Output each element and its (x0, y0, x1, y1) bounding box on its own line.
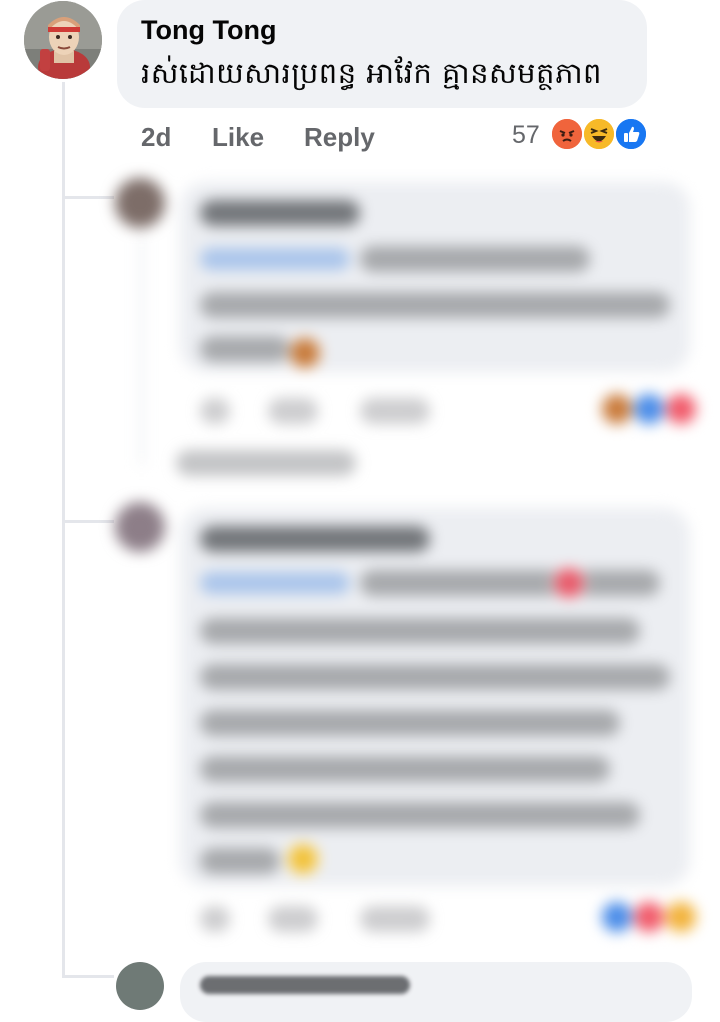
haha-reaction-icon (582, 117, 616, 151)
reactions-summary[interactable]: 57 (510, 115, 650, 155)
reply-text (200, 292, 670, 318)
reply-author (200, 976, 410, 994)
reply-text (200, 802, 640, 828)
thread-branch (62, 975, 114, 978)
haha-reaction-icon (664, 900, 698, 934)
avatar-image (24, 1, 102, 79)
love-reaction-icon (632, 900, 666, 934)
like-button[interactable]: Like (212, 122, 264, 153)
reply-meta (268, 398, 318, 424)
replies-link (176, 450, 356, 476)
thread-line (140, 235, 143, 465)
angry-reaction-icon (552, 566, 586, 600)
reply-meta (200, 398, 230, 424)
reply-meta (360, 906, 430, 932)
reply-bubble (180, 508, 690, 886)
reply-text (360, 570, 660, 596)
avatar (116, 962, 164, 1010)
reply-text (200, 848, 280, 874)
haha-reaction-icon (600, 392, 634, 426)
reply-meta (200, 906, 230, 932)
avatar[interactable] (24, 1, 102, 79)
reply-text (200, 618, 640, 644)
haha-reaction-icon (288, 336, 322, 370)
comment-timestamp[interactable]: 2d (141, 122, 171, 153)
reaction-count: 57 (512, 121, 540, 149)
like-reaction-icon (600, 900, 634, 934)
like-reaction-icon (632, 392, 666, 426)
reply-mention (200, 248, 350, 270)
love-reaction-icon (664, 392, 698, 426)
reply-text (200, 336, 290, 362)
comment-text: រស់ដោយសារប្រពន្ធ អាវែក គ្មានសមត្ថភាព (141, 56, 602, 90)
like-reaction-icon (614, 117, 648, 151)
avatar (115, 178, 165, 228)
thread-branch (62, 196, 114, 199)
reply-author (200, 200, 360, 226)
reply-text (200, 664, 670, 690)
thread-line (62, 82, 65, 977)
reply-text (200, 756, 610, 782)
reply-button[interactable]: Reply (304, 122, 375, 153)
avatar (115, 502, 165, 552)
reply-meta (268, 906, 318, 932)
reply-meta (360, 398, 430, 424)
reply-text (200, 710, 620, 736)
reply-author (200, 526, 430, 552)
angry-reaction-icon (550, 117, 584, 151)
thread-branch (62, 520, 114, 523)
reply-mention (200, 572, 350, 594)
haha-reaction-icon (286, 842, 320, 876)
comment-author[interactable]: Tong Tong (141, 15, 276, 46)
reply-text (360, 246, 590, 272)
